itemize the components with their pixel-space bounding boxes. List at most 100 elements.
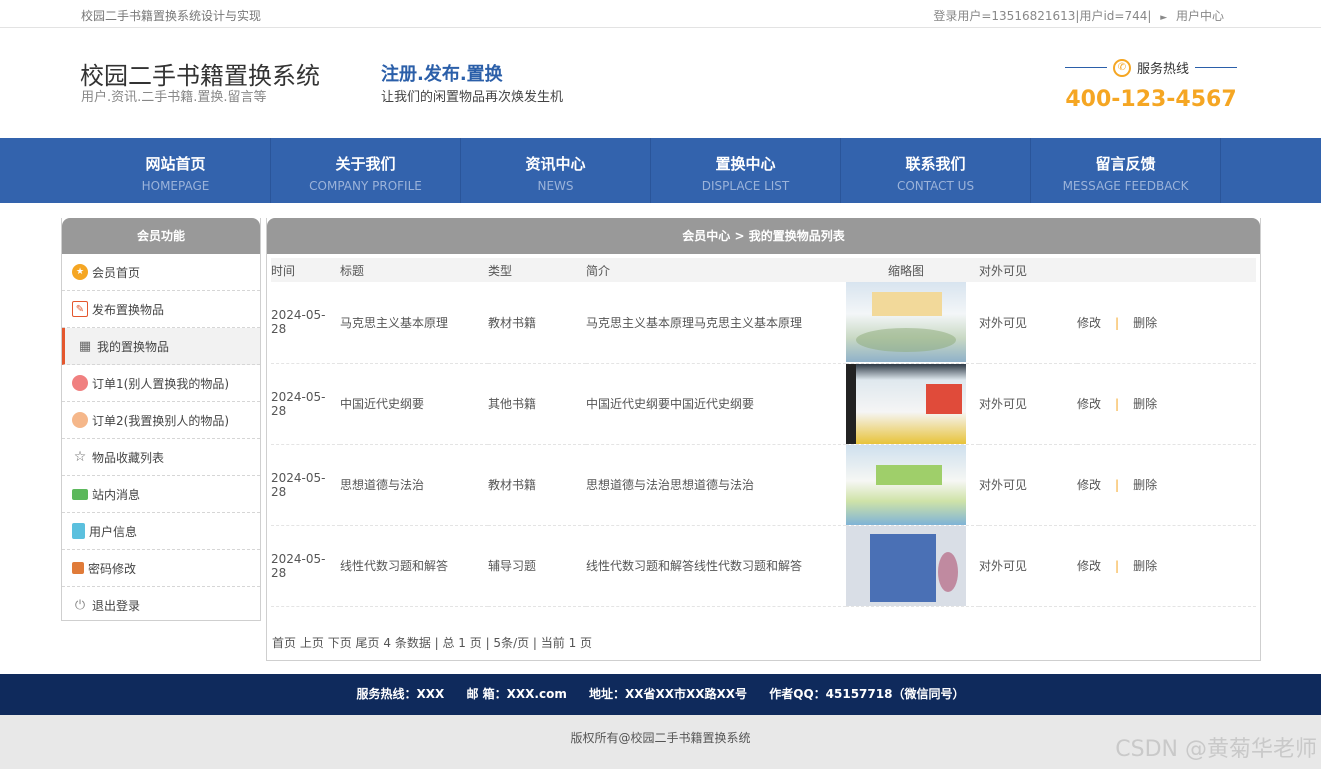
sidebar-item-user-info[interactable]: 用户信息 — [62, 513, 260, 550]
delete-link[interactable]: 删除 — [1133, 478, 1157, 492]
column-header: 缩略图 — [888, 263, 925, 278]
pager-first[interactable]: 首页 — [272, 636, 296, 650]
sidebar-item-password[interactable]: 密码修改 — [62, 550, 260, 587]
column-header: 类型 — [488, 263, 513, 278]
content-panel: 会员中心 > 我的置换物品列表 时间 标题 类型 简介 缩略图 对外可见 202… — [266, 218, 1261, 661]
cell-thumbnail — [846, 525, 979, 607]
site-subtitle: 用户.资讯.二手书籍.置换.留言等 — [81, 90, 267, 105]
cell-visibility: 对外可见 — [979, 363, 1077, 445]
cell-type: 教材书籍 — [488, 282, 586, 364]
book-cover-image[interactable] — [846, 282, 966, 363]
cell-intro: 马克思主义基本原理马克思主义基本原理 — [586, 282, 846, 364]
nav-item-home[interactable]: 网站首页 HOMEPAGE — [81, 138, 271, 203]
lock-icon — [72, 562, 84, 574]
nav-item-news[interactable]: 资讯中心 NEWS — [461, 138, 651, 203]
slogan-subtitle: 让我们的闲置物品再次焕发生机 — [381, 90, 564, 105]
footer-qq: 作者QQ：45157718（微信同号） — [769, 687, 965, 701]
pager-info: 4 条数据 | 总 1 页 | 5条/页 | 当前 1 页 — [383, 636, 593, 650]
main-nav: 网站首页 HOMEPAGE 关于我们 COMPANY PROFILE 资讯中心 NEW… — [0, 138, 1321, 203]
book-cover-image[interactable] — [846, 525, 966, 606]
nav-label-en: NEWS — [537, 179, 574, 193]
cell-actions: 修改 | 删除 — [1077, 444, 1256, 526]
hotline-box: ✆ 服务热线 400-123-4567 — [1061, 58, 1241, 112]
sidebar-item-favorites[interactable]: ☆ 物品收藏列表 — [62, 439, 260, 476]
sidebar-item-label: 站内消息 — [92, 487, 141, 502]
sidebar-item-order2[interactable]: 订单2(我置换别人的物品) — [62, 402, 260, 439]
nav-label-en: DISPLACE LIST — [701, 179, 790, 193]
sidebar-item-messages[interactable]: 站内消息 — [62, 476, 260, 513]
member-sidebar: 会员功能 ★ 会员首页 ✎ 发布置换物品 ▦ 我的置换物品 订单1(别人置换我的… — [61, 218, 261, 621]
footer-email: 邮 箱：XXX.com — [466, 687, 567, 701]
sidebar-item-label: 用户信息 — [89, 524, 138, 539]
sidebar-item-label: 订单1(别人置换我的物品) — [92, 376, 229, 391]
edit-link[interactable]: 修改 — [1077, 478, 1101, 492]
column-header: 对外可见 — [979, 263, 1028, 278]
delete-link[interactable]: 删除 — [1133, 397, 1157, 411]
nav-label-en: CONTACT US — [896, 179, 975, 193]
message-icon — [72, 488, 88, 500]
sidebar-item-logout[interactable]: ⏻ 退出登录 — [62, 587, 260, 624]
delete-link[interactable]: 删除 — [1133, 316, 1157, 330]
sidebar-item-label: 我的置换物品 — [97, 339, 170, 354]
cell-thumbnail — [846, 363, 979, 445]
separator: | — [1115, 559, 1120, 573]
member-home-icon: ★ — [72, 264, 88, 280]
cell-visibility: 对外可见 — [979, 282, 1077, 364]
separator: | — [1115, 478, 1120, 492]
user-center-link[interactable]: 用户中心 — [1176, 9, 1224, 23]
cell-type: 教材书籍 — [488, 444, 586, 526]
edit-link[interactable]: 修改 — [1077, 397, 1101, 411]
main-area: 会员功能 ★ 会员首页 ✎ 发布置换物品 ▦ 我的置换物品 订单1(别人置换我的… — [0, 203, 1321, 674]
sidebar-item-label: 订单2(我置换别人的物品) — [92, 413, 229, 428]
nav-item-about[interactable]: 关于我们 COMPANY PROFILE — [271, 138, 461, 203]
pager-next[interactable]: 下页 — [328, 636, 352, 650]
copyright-text: 版权所有@校园二手书籍置换系统 — [570, 731, 751, 745]
cell-title: 思想道德与法治 — [340, 444, 488, 526]
book-cover-image[interactable] — [846, 444, 966, 525]
column-header: 标题 — [340, 263, 365, 278]
sidebar-item-my-items[interactable]: ▦ 我的置换物品 — [62, 328, 260, 365]
book-cover-image[interactable] — [846, 363, 966, 444]
content-title: 会员中心 > 我的置换物品列表 — [267, 218, 1260, 254]
pager-prev[interactable]: 上页 — [300, 636, 324, 650]
slogan-title: 注册.发布.置换 — [381, 64, 503, 85]
top-bar: 校园二手书籍置换系统设计与实现 登录用户=13516821613|用户id=74… — [0, 0, 1321, 28]
nav-label-cn: 联系我们 — [905, 155, 966, 173]
items-table: 时间 标题 类型 简介 缩略图 对外可见 2024-05-28 马克思主义基本原… — [271, 258, 1256, 607]
cell-title: 线性代数习题和解答 — [340, 525, 488, 607]
sidebar-item-member-home[interactable]: ★ 会员首页 — [62, 254, 260, 291]
delete-link[interactable]: 删除 — [1133, 559, 1157, 573]
sidebar-item-publish[interactable]: ✎ 发布置换物品 — [62, 291, 260, 328]
nav-label-en: COMPANY PROFILE — [309, 179, 422, 193]
phone-icon: ✆ — [1112, 58, 1131, 77]
nav-item-contact[interactable]: 联系我们 CONTACT US — [841, 138, 1031, 203]
cell-intro: 线性代数习题和解答线性代数习题和解答 — [586, 525, 846, 607]
pager-last[interactable]: 尾页 — [356, 636, 380, 650]
hotline-label: 服务热线 — [1136, 62, 1189, 77]
footer-hotline: 服务热线：XXX — [356, 687, 445, 701]
login-user-text: 登录用户=13516821613|用户id=744| — [933, 9, 1152, 23]
order-icon — [72, 412, 88, 428]
nav-item-displace[interactable]: 置换中心 DISPLACE LIST — [651, 138, 841, 203]
sidebar-item-order1[interactable]: 订单1(别人置换我的物品) — [62, 365, 260, 402]
edit-link[interactable]: 修改 — [1077, 316, 1101, 330]
edit-icon: ✎ — [72, 301, 88, 317]
column-header: 时间 — [271, 263, 296, 278]
sidebar-item-label: 物品收藏列表 — [92, 450, 165, 465]
separator: | — [1115, 397, 1120, 411]
separator: | — [1115, 315, 1120, 330]
sidebar-item-label: 发布置换物品 — [92, 302, 165, 317]
chevron-right-icon: ► — [1160, 13, 1168, 23]
edit-link[interactable]: 修改 — [1077, 559, 1101, 573]
sidebar-item-label: 退出登录 — [92, 599, 141, 613]
power-icon: ⏻ — [74, 598, 86, 613]
order-icon — [72, 375, 88, 391]
cell-time: 2024-05-28 — [271, 282, 340, 364]
nav-item-feedback[interactable]: 留言反馈 MESSAGE FEEDBACK — [1031, 138, 1221, 203]
table-row: 2024-05-28 中国近代史纲要 其他书籍 中国近代史纲要中国近代史纲要 对… — [271, 363, 1256, 445]
nav-label-cn: 资讯中心 — [525, 155, 586, 173]
divider — [1195, 67, 1237, 68]
cell-actions: 修改 | 删除 — [1077, 282, 1256, 364]
site-name: 校园二手书籍置换系统设计与实现 — [81, 9, 262, 23]
user-info: 登录用户=13516821613|用户id=744| ► 用户中心 — [933, 7, 1224, 24]
